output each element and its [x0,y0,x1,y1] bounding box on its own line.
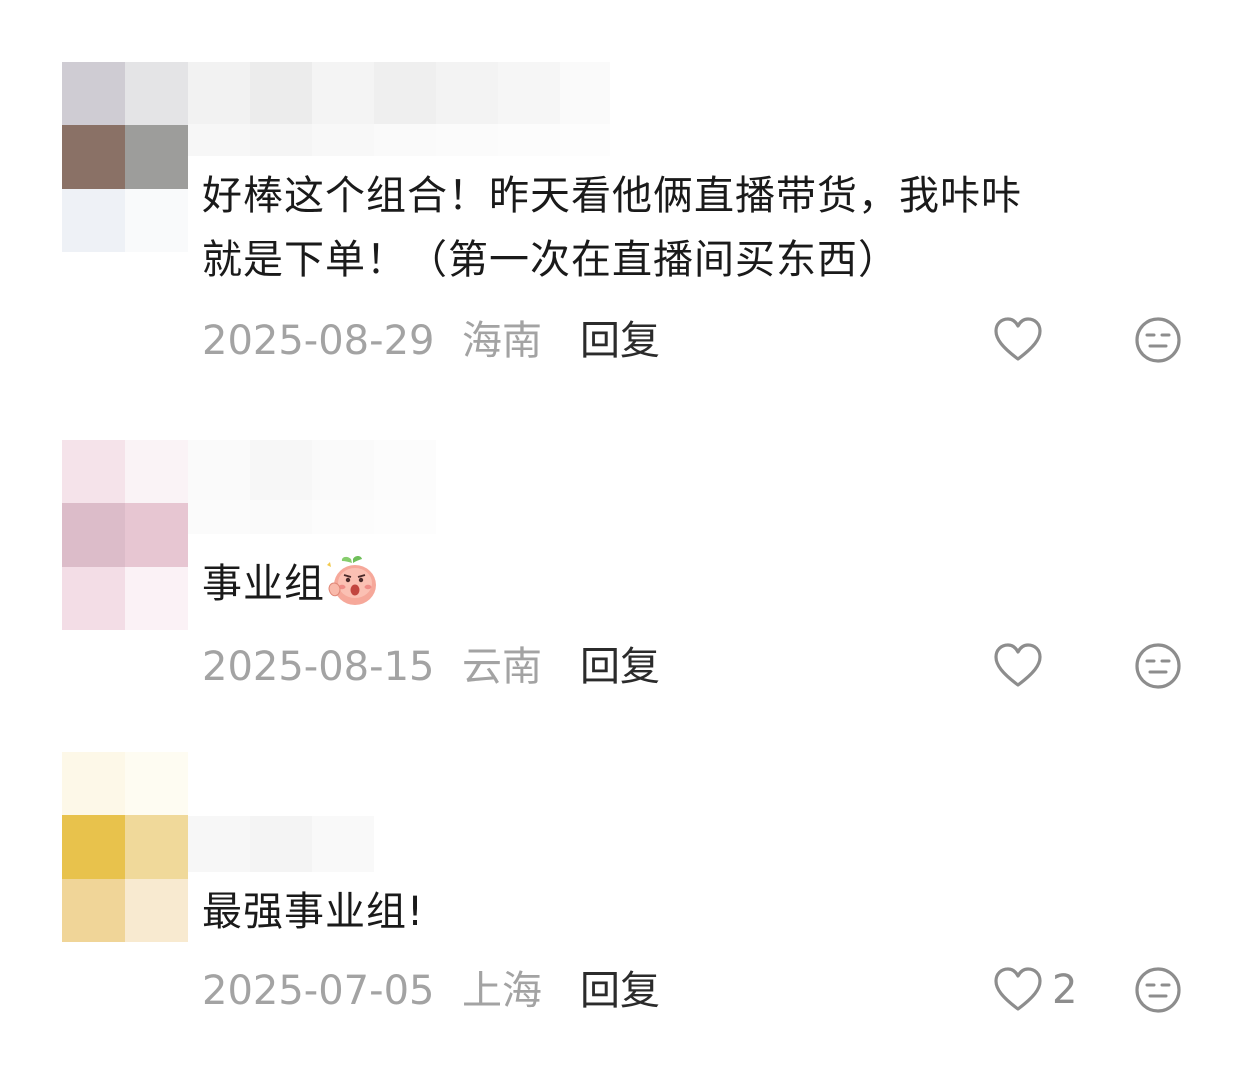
like-button[interactable]: 2 [990,962,1077,1018]
comment-text: 最强事业组! [202,880,1202,944]
comment-meta: 2025-07-05 上海 回复 2 [202,966,1202,1016]
username-mosaic[interactable] [188,816,374,872]
heart-outline-icon [994,967,1042,1011]
comment-date: 2025-07-05 [202,968,435,1014]
avatar[interactable] [62,752,188,942]
meh-face-icon [1135,967,1181,1013]
dislike-button[interactable] [1132,964,1184,1028]
comment-location: 上海 [462,968,542,1014]
reply-button[interactable]: 回复 [580,966,660,1016]
comment-text-line: 最强事业组! [202,889,425,935]
like-count: 2 [1052,967,1078,1013]
comment-item: 最强事业组! 2025-07-05 上海 回复 2 [0,0,1255,1040]
